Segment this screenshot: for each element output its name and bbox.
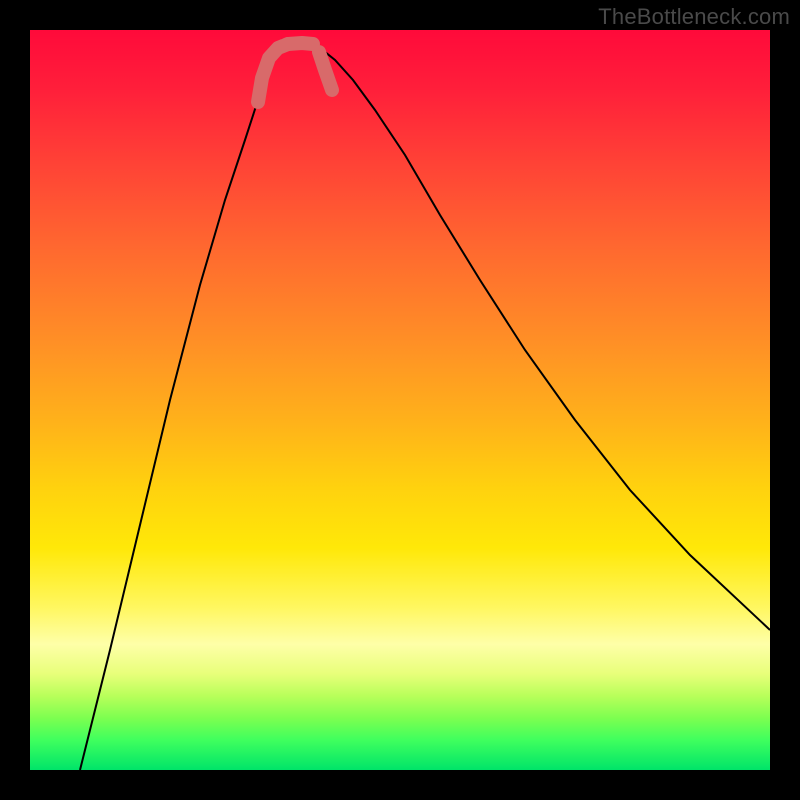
chart-frame: TheBottleneck.com (0, 0, 800, 800)
curve-layer (30, 30, 770, 770)
watermark-text: TheBottleneck.com (598, 4, 790, 30)
bottleneck-curve (80, 39, 770, 770)
optimal-marker-segment (258, 44, 288, 102)
optimal-marker-segment (288, 43, 313, 44)
optimal-marker-segment (319, 52, 332, 90)
optimal-marker (258, 43, 332, 102)
plot-area (30, 30, 770, 770)
